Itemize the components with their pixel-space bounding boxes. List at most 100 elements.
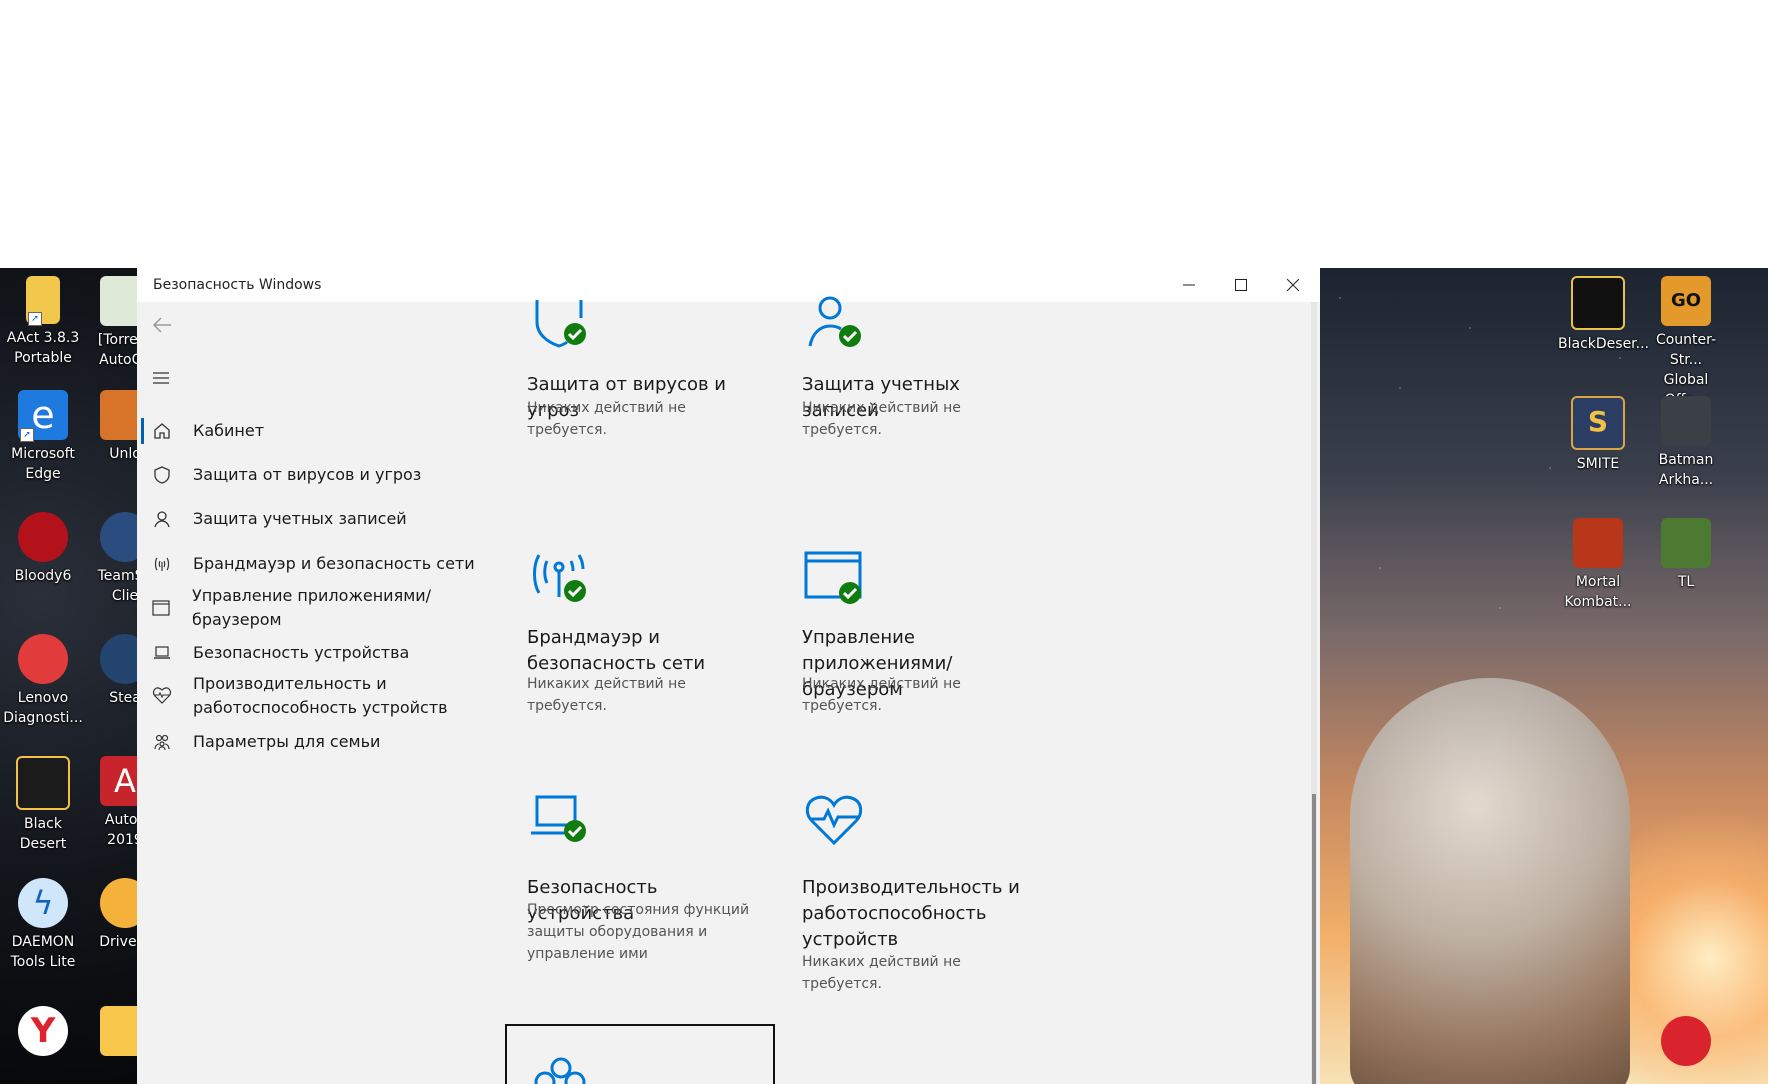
desktop-icon-csgo[interactable]: GO Counter-Str... Global Offe... xyxy=(1646,276,1726,410)
smite-icon: S xyxy=(1571,396,1625,450)
close-button[interactable] xyxy=(1267,268,1319,302)
desktop-icon-lenovo-diagnostics[interactable]: Lenovo Diagnosti... xyxy=(3,634,83,728)
title-bar: Безопасность Windows xyxy=(137,268,1320,302)
tile-firewall[interactable]: Брандмауэр и безопасность сети Никаких д… xyxy=(505,507,775,747)
burst-icon xyxy=(100,390,137,440)
steam-icon xyxy=(100,634,137,684)
lenovo-diagnostics-icon xyxy=(18,634,68,684)
tile-device-performance[interactable]: Производительность и работоспособность у… xyxy=(780,757,1050,1012)
nav-item-label: Управление приложениями/браузером xyxy=(191,586,432,629)
desktop-icon-blackdesert[interactable]: BlackDeser... xyxy=(1558,276,1649,354)
desktop-icon-edge[interactable]: e ➚ Microsoft Edge xyxy=(3,390,83,484)
driverpack-icon xyxy=(100,878,137,928)
desktop-icon-tl[interactable]: TL xyxy=(1646,518,1726,592)
desktop-icon-steam[interactable]: Stea xyxy=(85,634,137,708)
wifi-check-icon xyxy=(533,554,586,602)
heart-icon xyxy=(151,685,173,707)
black-desert-icon xyxy=(1571,276,1625,330)
desktop-icon-torrent-autocad[interactable]: [Torrent AutoCA xyxy=(85,276,137,370)
maximize-icon xyxy=(1235,279,1247,291)
browser-icon xyxy=(151,597,172,619)
tile-status: Никаких действий не требуется. xyxy=(802,954,961,992)
tile-status: Никаких действий не требуется. xyxy=(527,400,686,438)
navigation-pane: Кабинет Защита от вирусов и угроз Защита… xyxy=(137,302,505,1084)
desktop-icon-bloody6[interactable]: Bloody6 xyxy=(3,512,83,586)
folder-icon: ➚ xyxy=(26,276,60,326)
laptop-icon xyxy=(151,642,173,664)
tile-device-security[interactable]: Безопасность устройства Просмотр состоян… xyxy=(505,757,775,1012)
desktop-icon-smite[interactable]: S SMITE xyxy=(1558,396,1638,474)
nav-item-label: Безопасность устройства xyxy=(193,643,410,662)
desktop-left: ➚ AAct 3.8.3 Portable [Torrent AutoCA e➚… xyxy=(0,268,137,1084)
minimize-button[interactable] xyxy=(1163,268,1215,302)
nav-item-family-options[interactable]: Параметры для семьи xyxy=(137,727,505,757)
security-at-a-glance: Защита от вирусов и угроз Никаких действ… xyxy=(505,296,1320,1084)
tile-title: Брандмауэр и безопасность сети xyxy=(527,627,706,674)
desktop-icon-ccleaner[interactable] xyxy=(1646,1016,1726,1070)
shield-icon xyxy=(151,464,173,486)
maximize-button[interactable] xyxy=(1215,268,1267,302)
nav-item-virus-protection[interactable]: Защита от вирусов и угроз xyxy=(137,460,505,490)
nav-item-firewall[interactable]: Брандмауэр и безопасность сети xyxy=(137,549,505,579)
desktop-icon-daemon-tools[interactable]: ϟ DAEMON Tools Lite xyxy=(3,878,83,972)
desktop-icon-unlock[interactable]: Unlo xyxy=(85,390,137,464)
person-icon xyxy=(151,508,173,530)
wifi-icon xyxy=(151,553,173,575)
laptop-check-icon xyxy=(531,795,586,842)
astronaut-wallpaper xyxy=(1350,678,1630,1084)
autocad-icon: A xyxy=(100,756,137,806)
windows-security-window: Безопасность Windows Кабинет Защита от в… xyxy=(137,268,1320,1084)
edge-icon: e ➚ xyxy=(18,390,68,442)
family-icon xyxy=(534,1057,586,1084)
family-icon xyxy=(151,731,173,753)
menu-button[interactable] xyxy=(151,368,175,392)
browser-check-icon xyxy=(804,551,862,604)
headset-icon xyxy=(100,512,137,562)
nav-item-device-security[interactable]: Безопасность устройства xyxy=(137,638,505,668)
tile-account-protection[interactable]: Защита учетных записей Никаких действий … xyxy=(780,296,1050,492)
tile-title: Производительность и работоспособность у… xyxy=(802,877,1020,950)
minimize-icon xyxy=(1183,284,1195,286)
desktop-icon-partial[interactable] xyxy=(85,1006,137,1060)
yandex-icon: Y xyxy=(18,1006,68,1056)
tile-app-browser-control[interactable]: Управление приложениями/браузером Никаки… xyxy=(780,507,1050,747)
desktop-icon-autocad[interactable]: A Autoc 2019 xyxy=(85,756,137,850)
back-button[interactable] xyxy=(151,314,175,338)
app-icon xyxy=(100,1006,137,1056)
nav-item-app-browser-control[interactable]: Управление приложениями/браузером xyxy=(137,586,505,629)
csgo-icon: GO xyxy=(1661,276,1711,326)
close-icon xyxy=(1287,279,1299,291)
window-title: Безопасность Windows xyxy=(153,277,322,293)
home-icon xyxy=(151,420,173,442)
torrent-icon xyxy=(100,276,137,326)
desktop-icon-black-desert[interactable]: Black Desert xyxy=(3,756,83,854)
shield-check-icon xyxy=(535,300,586,348)
tile-status: Просмотр состояния функций защиты оборуд… xyxy=(527,902,750,962)
black-desert-icon xyxy=(16,756,70,810)
tile-status: Никаких действий не требуется. xyxy=(527,676,686,714)
nav-item-label: Защита от вирусов и угроз xyxy=(193,465,422,484)
desktop-icon-batman[interactable]: Batman Arkha... xyxy=(1646,396,1726,490)
tile-status: Никаких действий не требуется. xyxy=(802,400,961,438)
nav-item-account-protection[interactable]: Защита учетных записей xyxy=(137,504,505,534)
minecraft-block-icon xyxy=(1661,518,1711,568)
nav-item-label: Защита учетных записей xyxy=(193,509,407,528)
desktop-icon-aact[interactable]: ➚ AAct 3.8.3 Portable xyxy=(3,276,83,368)
desktop-icon-mortal-kombat[interactable]: Mortal Kombat... xyxy=(1558,518,1638,612)
desktop-icon-teamspeak[interactable]: TeamSp Clie xyxy=(85,512,137,606)
desktop-icon-driverpack[interactable]: DriverP xyxy=(85,878,137,952)
scrollbar-thumb[interactable] xyxy=(1312,794,1316,1084)
nav-item-label: Параметры для семьи xyxy=(193,732,381,751)
bloody-hand-icon xyxy=(18,512,68,562)
person-check-icon xyxy=(808,296,861,347)
tile-virus-protection[interactable]: Защита от вирусов и угроз Никаких действ… xyxy=(505,300,775,492)
desktop-icon-yandex[interactable]: Y xyxy=(3,1006,83,1060)
lightning-icon: ϟ xyxy=(18,878,68,928)
scrollbar[interactable] xyxy=(1311,302,1317,1084)
hamburger-icon xyxy=(153,372,169,384)
nav-item-home[interactable]: Кабинет xyxy=(137,416,505,446)
batman-icon xyxy=(1661,396,1711,446)
nav-item-device-performance[interactable]: Производительность и работоспособность у… xyxy=(137,671,505,721)
mortal-kombat-icon xyxy=(1573,518,1623,568)
tile-family-options[interactable] xyxy=(505,1024,775,1084)
